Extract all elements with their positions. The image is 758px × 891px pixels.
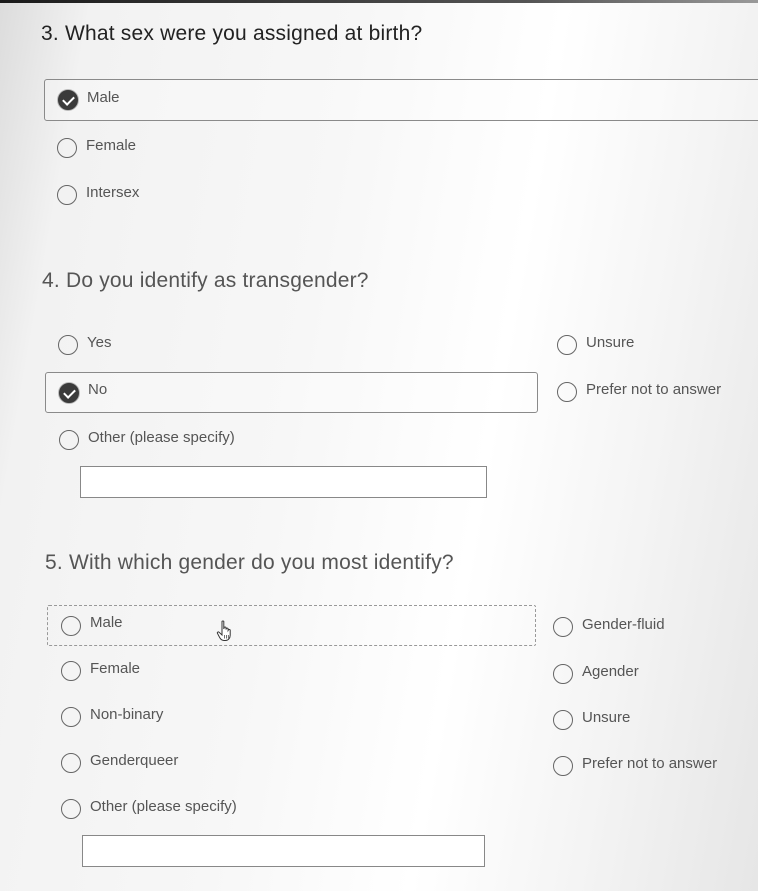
option-label: Prefer not to answer [586, 380, 722, 398]
empty-circle-icon[interactable] [553, 664, 573, 684]
q5-option-genderqueer[interactable]: Genderqueer [61, 743, 361, 783]
q5-option-prefer-not[interactable]: Prefer not to answer [553, 746, 753, 786]
option-label: Male [90, 614, 123, 631]
option-label: Female [86, 136, 137, 154]
option-label: Other (please specify) [88, 428, 235, 446]
q5-option-other[interactable]: Other (please specify) [61, 789, 361, 829]
empty-circle-icon[interactable] [557, 335, 577, 355]
option-label: Agender [582, 662, 639, 680]
q4-option-yes[interactable]: Yes [58, 325, 358, 365]
question-5-title: 5. With which gender do you most identif… [45, 551, 454, 574]
option-label: Unsure [586, 333, 635, 351]
q5-option-gender-fluid[interactable]: Gender-fluid [553, 607, 753, 647]
option-label: Non-binary [90, 705, 164, 723]
empty-circle-icon[interactable] [59, 430, 79, 450]
q4-option-other[interactable]: Other (please specify) [59, 420, 359, 460]
option-label: Prefer not to answer [582, 754, 718, 772]
empty-circle-icon[interactable] [61, 615, 81, 636]
q5-other-input[interactable] [82, 835, 485, 867]
empty-circle-icon[interactable] [61, 661, 81, 681]
empty-circle-icon[interactable] [58, 335, 78, 355]
empty-circle-icon[interactable] [553, 617, 573, 637]
q4-option-no[interactable]: No [45, 372, 538, 413]
q5-option-male[interactable]: Male [47, 605, 536, 646]
option-label: Male [87, 88, 120, 106]
question-3-title: 3. What sex were you assigned at birth? [41, 22, 423, 45]
empty-circle-icon[interactable] [57, 185, 77, 205]
option-label: Genderqueer [90, 751, 179, 769]
q4-option-prefer-not[interactable]: Prefer not to answer [557, 372, 757, 412]
q3-option-female[interactable]: Female [57, 128, 357, 168]
q5-option-non-binary[interactable]: Non-binary [61, 697, 361, 737]
option-label: Intersex [86, 183, 140, 201]
check-circle-icon[interactable] [59, 382, 79, 403]
q3-option-male[interactable]: Male [44, 79, 758, 121]
empty-circle-icon[interactable] [61, 799, 81, 819]
option-label: No [88, 381, 108, 398]
q4-other-input[interactable] [80, 466, 487, 498]
empty-circle-icon[interactable] [553, 756, 573, 776]
empty-circle-icon[interactable] [57, 138, 77, 158]
q3-option-intersex[interactable]: Intersex [57, 175, 357, 215]
empty-circle-icon[interactable] [61, 707, 81, 727]
hand-pointer-icon [216, 620, 231, 641]
option-label: Other (please specify) [90, 797, 237, 815]
q5-option-unsure[interactable]: Unsure [553, 700, 753, 740]
option-label: Gender-fluid [582, 615, 665, 633]
q4-option-unsure[interactable]: Unsure [557, 325, 757, 365]
empty-circle-icon[interactable] [553, 710, 573, 730]
check-circle-icon[interactable] [58, 90, 78, 110]
option-label: Unsure [582, 708, 631, 726]
question-4-title: 4. Do you identify as transgender? [42, 269, 369, 292]
top-edge [0, 0, 758, 3]
empty-circle-icon[interactable] [61, 753, 81, 773]
option-label: Female [90, 659, 141, 677]
q5-option-female[interactable]: Female [61, 651, 361, 691]
option-label: Yes [87, 333, 112, 351]
q5-option-agender[interactable]: Agender [553, 654, 753, 694]
empty-circle-icon[interactable] [557, 382, 577, 402]
